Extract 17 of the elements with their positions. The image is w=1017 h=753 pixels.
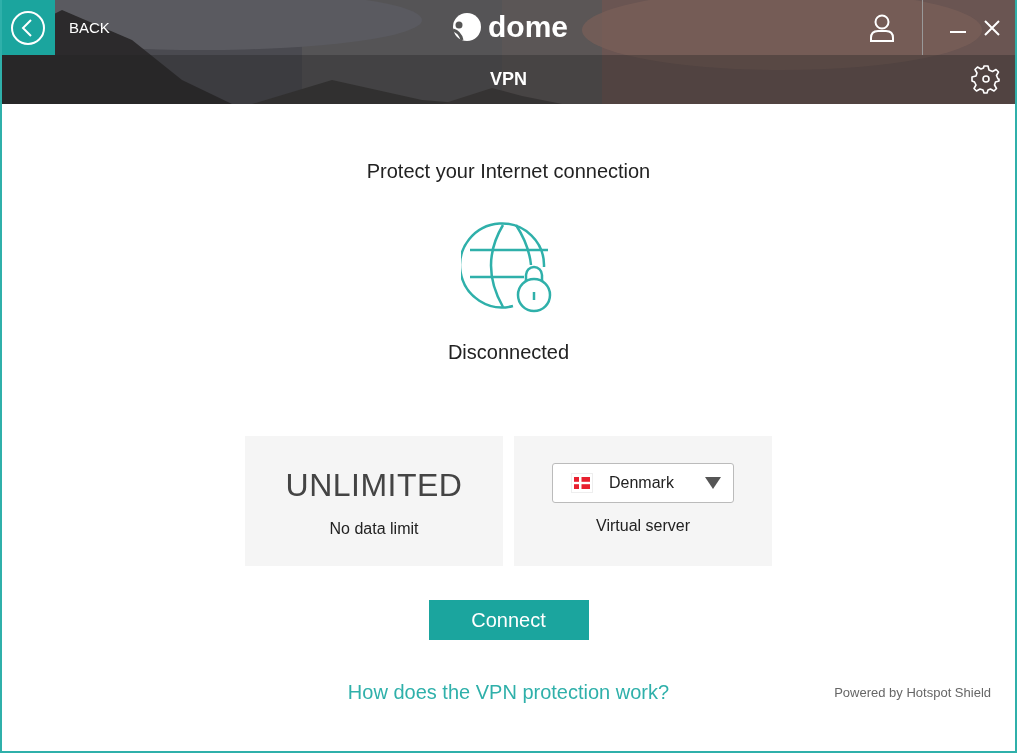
plan-value: UNLIMITED (285, 466, 463, 505)
back-button[interactable] (2, 0, 55, 55)
user-icon[interactable] (870, 13, 894, 42)
dropdown-caret-icon (705, 477, 721, 489)
server-caption: Virtual server (596, 517, 690, 535)
connection-status: Disconnected (447, 341, 570, 364)
logo-icon (450, 12, 482, 42)
section-title: VPN (490, 69, 527, 90)
close-icon[interactable] (983, 18, 1001, 37)
flag-icon (571, 473, 593, 493)
country-dropdown[interactable]: Denmark (552, 463, 734, 503)
settings-icon[interactable] (971, 64, 1001, 94)
back-label[interactable]: BACK (69, 19, 110, 36)
logo-text: dome (488, 10, 568, 44)
plan-caption: No data limit (329, 520, 419, 538)
heading: Protect your Internet connection (366, 160, 651, 183)
powered-by-text: Powered by Hotspot Shield (834, 685, 991, 700)
